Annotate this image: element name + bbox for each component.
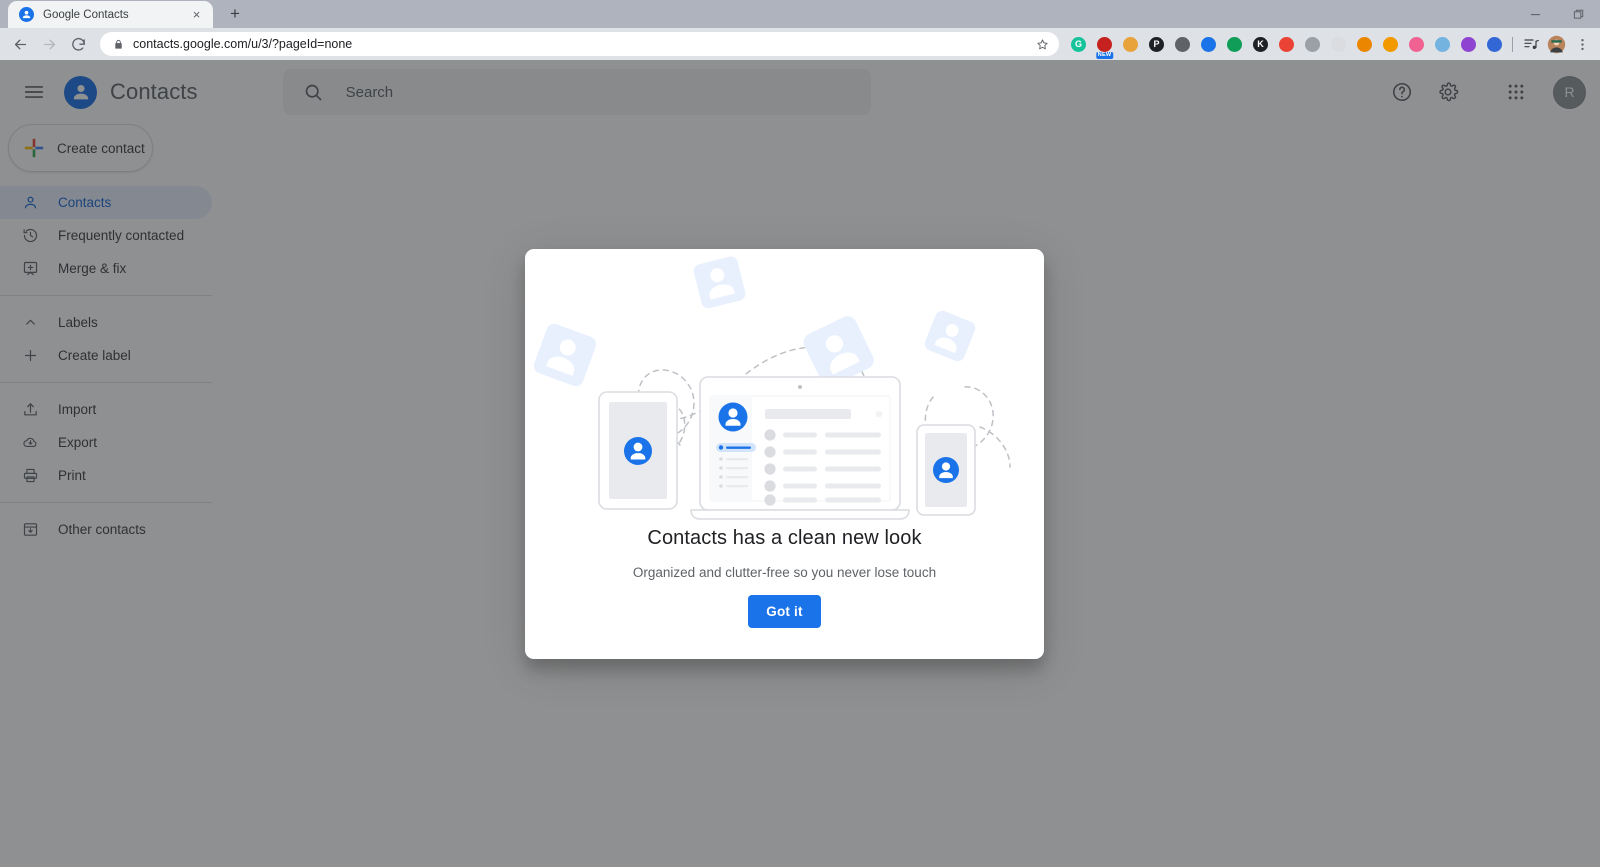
browser-toolbar: contacts.google.com/u/3/?pageId=none G NE… [0,28,1600,60]
swirl-extension[interactable] [1326,32,1351,57]
dialog-title: Contacts has a clean new look [647,527,922,549]
maximize-icon[interactable] [1557,0,1600,28]
extension-badge: NEW [1095,51,1114,59]
pocket-extension[interactable]: P [1144,32,1169,57]
close-icon[interactable]: × [189,7,204,22]
contacts-favicon [19,7,34,22]
back-arrow-icon[interactable] [6,30,34,58]
chrome-menu-icon[interactable] [1570,31,1594,57]
contact-card-4 [924,310,976,362]
adblock-extension[interactable] [1196,32,1221,57]
address-bar[interactable]: contacts.google.com/u/3/?pageId=none [100,32,1059,56]
forward-arrow-icon [35,30,63,58]
tablet-device [598,391,678,510]
contacts-app: Contacts Search [0,60,1600,867]
contact-card-2 [533,323,597,387]
kaspersky-extension[interactable]: K [1248,32,1273,57]
globe-extension[interactable] [1222,32,1247,57]
url-text: contacts.google.com/u/3/?pageId=none [133,37,353,51]
reload-icon[interactable] [64,30,92,58]
media-extension[interactable] [1456,32,1481,57]
flame-extension[interactable] [1352,32,1377,57]
new-tab-button[interactable]: + [222,1,248,27]
spiral-extension[interactable] [1404,32,1429,57]
cloud-extension[interactable] [1430,32,1455,57]
tab-title: Google Contacts [43,8,129,21]
rocket-extension[interactable] [1300,32,1325,57]
contact-card-1 [693,256,746,309]
onboarding-dialog: Contacts has a clean new look Organized … [525,249,1044,659]
cookie-extension[interactable] [1118,32,1143,57]
grammarly-extension[interactable]: G [1066,32,1091,57]
reading-list-icon[interactable] [1518,32,1543,57]
minimize-icon[interactable] [1514,0,1557,28]
devices-contacts-illustration [525,249,1044,529]
toolbar-divider [1512,36,1513,52]
phone-device [916,424,976,516]
lock-icon [113,39,124,50]
microscope-extension[interactable] [1170,32,1195,57]
profile-avatar[interactable] [1544,32,1569,57]
screenshot-extension[interactable]: NEW [1092,32,1117,59]
dialog-subtitle: Organized and clutter-free so you never … [632,565,937,580]
window-controls [1514,0,1600,28]
browser-tab[interactable]: Google Contacts × [8,1,213,28]
laptop-device [690,376,910,520]
star-icon[interactable] [1036,38,1049,51]
shield-extension[interactable] [1274,32,1299,57]
browser-titlebar: Google Contacts × + [0,0,1600,28]
extension-tray: G NEW P K [1066,32,1507,59]
capsule-extension[interactable] [1378,32,1403,57]
download-extension[interactable] [1482,32,1507,57]
got-it-button[interactable]: Got it [748,595,821,628]
